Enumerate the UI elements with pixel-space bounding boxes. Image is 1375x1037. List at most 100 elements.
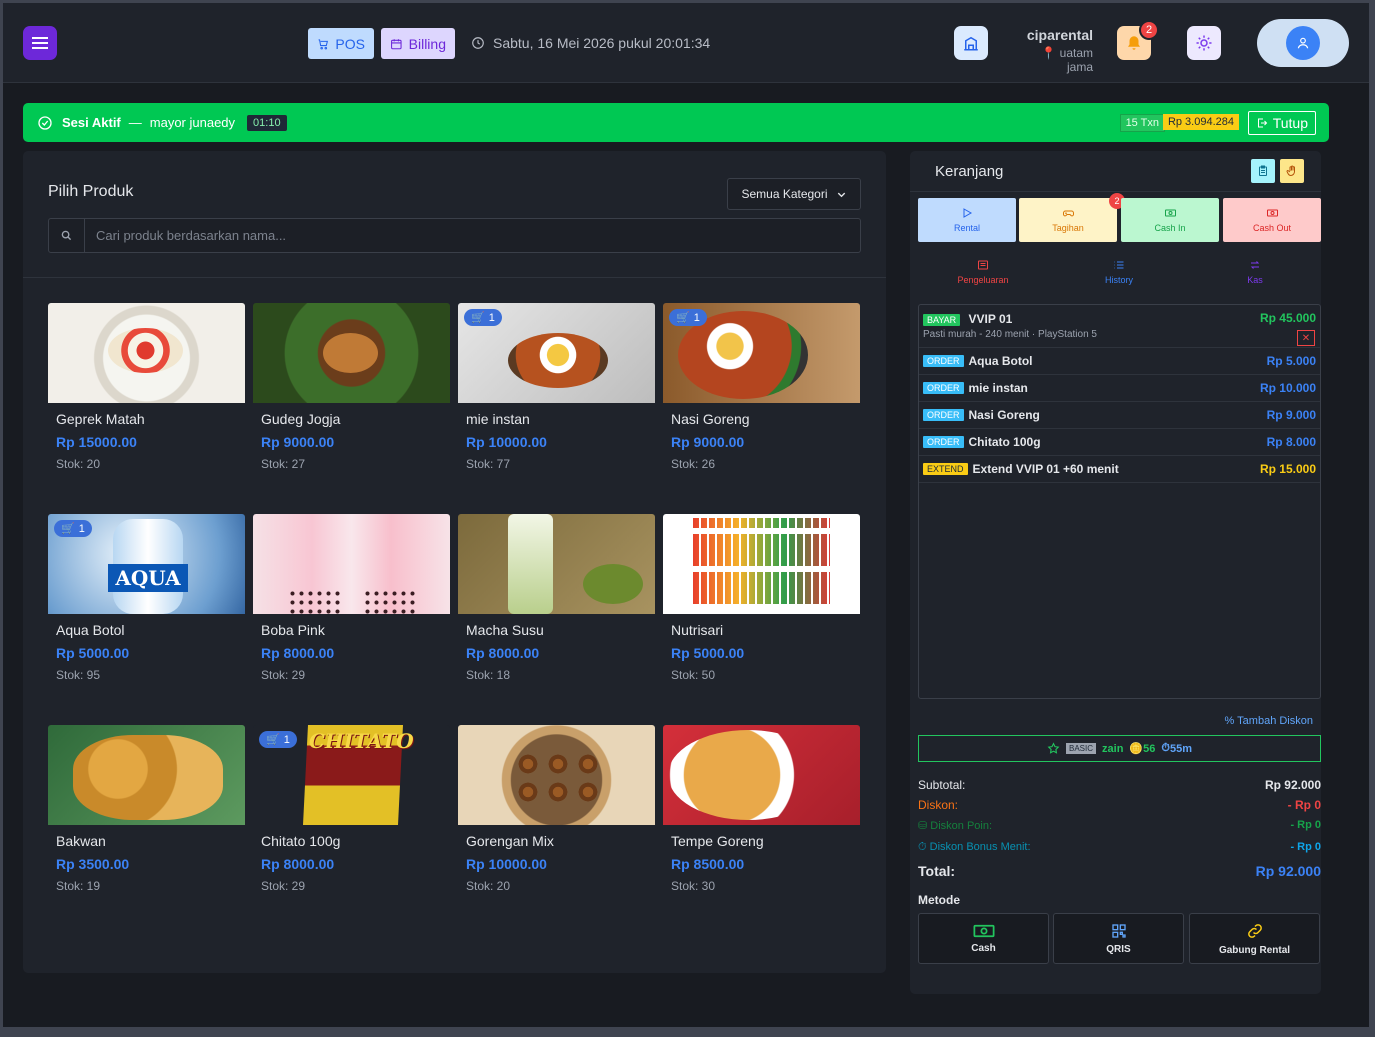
building-icon — [964, 36, 978, 51]
add-discount-link[interactable]: % Tambah Diskon — [1225, 715, 1313, 727]
rental-cart-item[interactable]: BAYAR VVIP 01 Rp 45.000 Pasti murah - 24… — [919, 305, 1320, 348]
member-minutes: 55m — [1169, 742, 1192, 755]
calendar-icon — [391, 38, 402, 49]
member-name: zain — [1102, 742, 1124, 755]
cart-order-item[interactable]: ORDER mie instan Rp 10.000 — [919, 375, 1320, 402]
branch-button[interactable] — [954, 26, 988, 60]
divider — [910, 191, 1321, 192]
history-action-button[interactable]: History — [1054, 256, 1184, 288]
product-price: Rp 8000.00 — [261, 645, 335, 661]
product-card[interactable]: Geprek Matah Rp 15000.00 Stok: 20 — [48, 303, 245, 498]
session-revenue-badge: Rp 3.094.284 — [1162, 114, 1239, 130]
cash-method-button[interactable]: Cash — [918, 913, 1049, 964]
product-card[interactable]: Boba Pink Rp 8000.00 Stok: 29 — [253, 514, 450, 709]
product-card[interactable]: Bakwan Rp 3500.00 Stok: 19 — [48, 725, 245, 920]
in-cart-badge: 🛒 1 — [54, 520, 92, 537]
cart-item-price: Rp 10.000 — [1259, 381, 1316, 395]
notification-count-badge: 2 — [1139, 20, 1159, 40]
discount-label: Diskon: — [918, 798, 959, 812]
product-card[interactable]: AQUA 🛒 1 Aqua Botol Rp 5000.00 Stok: 95 — [48, 514, 245, 709]
product-card[interactable]: 🛒 1 Nasi Goreng Rp 9000.00 Stok: 26 — [663, 303, 860, 498]
discount-value: - Rp 0 — [1287, 798, 1321, 812]
product-image — [253, 514, 450, 614]
extend-cart-item[interactable]: EXTEND Extend VVIP 01 +60 menit Rp 15.00… — [919, 456, 1320, 483]
current-datetime: Sabtu, 16 Mei 2026 pukul 20:01:34 — [471, 35, 710, 51]
pengeluaran-action-button[interactable]: Pengeluaran — [918, 256, 1048, 288]
cart-order-item[interactable]: ORDER Chitato 100g Rp 8.000 — [919, 429, 1320, 456]
product-name: Macha Susu — [466, 622, 544, 638]
avatar — [1286, 26, 1320, 60]
product-panel: Pilih Produk Semua Kategori Geprek Matah… — [23, 151, 886, 973]
cart-order-item[interactable]: ORDER Nasi Goreng Rp 9.000 — [919, 402, 1320, 429]
in-cart-badge: 🛒 1 — [669, 309, 707, 326]
pos-tab-button[interactable]: POS — [308, 28, 374, 59]
profile-button[interactable] — [1257, 19, 1349, 67]
search-input[interactable] — [85, 219, 860, 252]
in-cart-count: 1 — [488, 311, 495, 324]
remove-item-button[interactable]: ✕ — [1297, 330, 1315, 346]
pin-icon: 📍 — [1041, 46, 1057, 60]
gabung-rental-method-button[interactable]: Gabung Rental — [1189, 913, 1320, 964]
cart-title: Keranjang — [935, 163, 1004, 180]
billing-tab-button[interactable]: Billing — [381, 28, 455, 59]
product-price: Rp 8000.00 — [466, 645, 540, 661]
coins-icon: ⛁ — [918, 820, 931, 832]
hamburger-menu-button[interactable] — [23, 26, 57, 60]
cash-in-action-button[interactable]: Cash In — [1121, 198, 1219, 242]
product-name: Gorengan Mix — [466, 833, 554, 849]
cash-in-action-label: Cash In — [1154, 223, 1186, 233]
product-panel-title: Pilih Produk — [48, 183, 134, 200]
kas-action-button[interactable]: Kas — [1190, 256, 1320, 288]
product-card[interactable]: Nutrisari Rp 5000.00 Stok: 50 — [663, 514, 860, 709]
close-session-button[interactable]: Tutup — [1247, 111, 1316, 135]
tagihan-action-button[interactable]: Tagihan 2 — [1019, 193, 1125, 242]
rental-action-button[interactable]: Rental — [918, 198, 1016, 242]
product-card[interactable]: CHITATO 🛒 1 Chitato 100g Rp 8000.00 Stok: 29 — [253, 725, 450, 920]
list-icon — [1114, 261, 1124, 269]
notification-button[interactable]: 2 — [1117, 20, 1159, 60]
cart-item-price: Rp 45.000 — [1259, 311, 1316, 325]
bonus-minute-discount-row: ⏱ Diskon Bonus Menit: - Rp 0 — [918, 841, 1321, 854]
cart-item-price: Rp 15.000 — [1259, 462, 1316, 476]
cart-order-item[interactable]: ORDER Aqua Botol Rp 5.000 — [919, 348, 1320, 375]
product-card[interactable]: Gudeg Jogja Rp 9000.00 Stok: 27 — [253, 303, 450, 498]
hand-button[interactable] — [1280, 159, 1304, 183]
session-timer: 01:10 — [247, 114, 287, 131]
search-icon — [49, 219, 85, 252]
cash-out-action-button[interactable]: Cash Out — [1223, 198, 1321, 242]
product-stock: Stok: 20 — [466, 879, 511, 893]
product-card[interactable]: 🛒 1 mie instan Rp 10000.00 Stok: 77 — [458, 303, 655, 498]
product-card[interactable]: Tempe Goreng Rp 8500.00 Stok: 30 — [663, 725, 860, 920]
history-action-label: History — [1104, 275, 1133, 285]
product-stock: Stok: 50 — [671, 668, 716, 682]
member-points: 56 — [1143, 742, 1156, 755]
menu-icon — [32, 37, 48, 49]
cart-icon: 🛒 — [61, 523, 75, 535]
product-card[interactable]: Macha Susu Rp 8000.00 Stok: 18 — [458, 514, 655, 709]
order-list: ORDER Aqua Botol Rp 5.000 ORDER mie instan Rp… — [919, 348, 1320, 456]
product-image — [48, 725, 245, 825]
subtotal-value: Rp 92.000 — [1264, 778, 1321, 792]
point-discount-row: ⛁ Diskon Poin: - Rp 0 — [918, 819, 1321, 832]
cart-items-list: BAYAR VVIP 01 Rp 45.000 Pasti murah - 24… — [918, 304, 1321, 699]
in-cart-badge: 🛒 1 — [464, 309, 502, 326]
product-stock: Stok: 19 — [56, 879, 101, 893]
product-card[interactable]: Gorengan Mix Rp 10000.00 Stok: 20 — [458, 725, 655, 920]
link-icon — [1247, 923, 1262, 938]
bonus-minute-discount-value: - Rp 0 — [1290, 841, 1321, 853]
cart-panel: Keranjang Rental Tagihan 2 Cash In Cash … — [910, 151, 1321, 994]
category-select[interactable]: Semua Kategori — [727, 178, 861, 210]
discount-row: Diskon: - Rp 0 — [918, 798, 1321, 812]
qris-method-button[interactable]: QRIS — [1053, 913, 1184, 964]
cart-item-price: Rp 8.000 — [1266, 435, 1316, 449]
point-discount-label: Diskon Poin: — [930, 820, 993, 832]
transfer-icon — [1250, 261, 1260, 269]
receipt-icon — [978, 260, 988, 270]
clipboard-button[interactable] — [1251, 159, 1275, 183]
kas-action-label: Kas — [1247, 275, 1263, 285]
product-stock: Stok: 26 — [671, 457, 716, 471]
member-info[interactable]: BASIC zain 🪙 56 ⏱ 55m — [918, 735, 1321, 762]
in-cart-badge: 🛒 1 — [259, 731, 297, 748]
datetime-text: Sabtu, 16 Mei 2026 pukul 20:01:34 — [493, 35, 711, 51]
theme-toggle-button[interactable] — [1187, 26, 1221, 60]
